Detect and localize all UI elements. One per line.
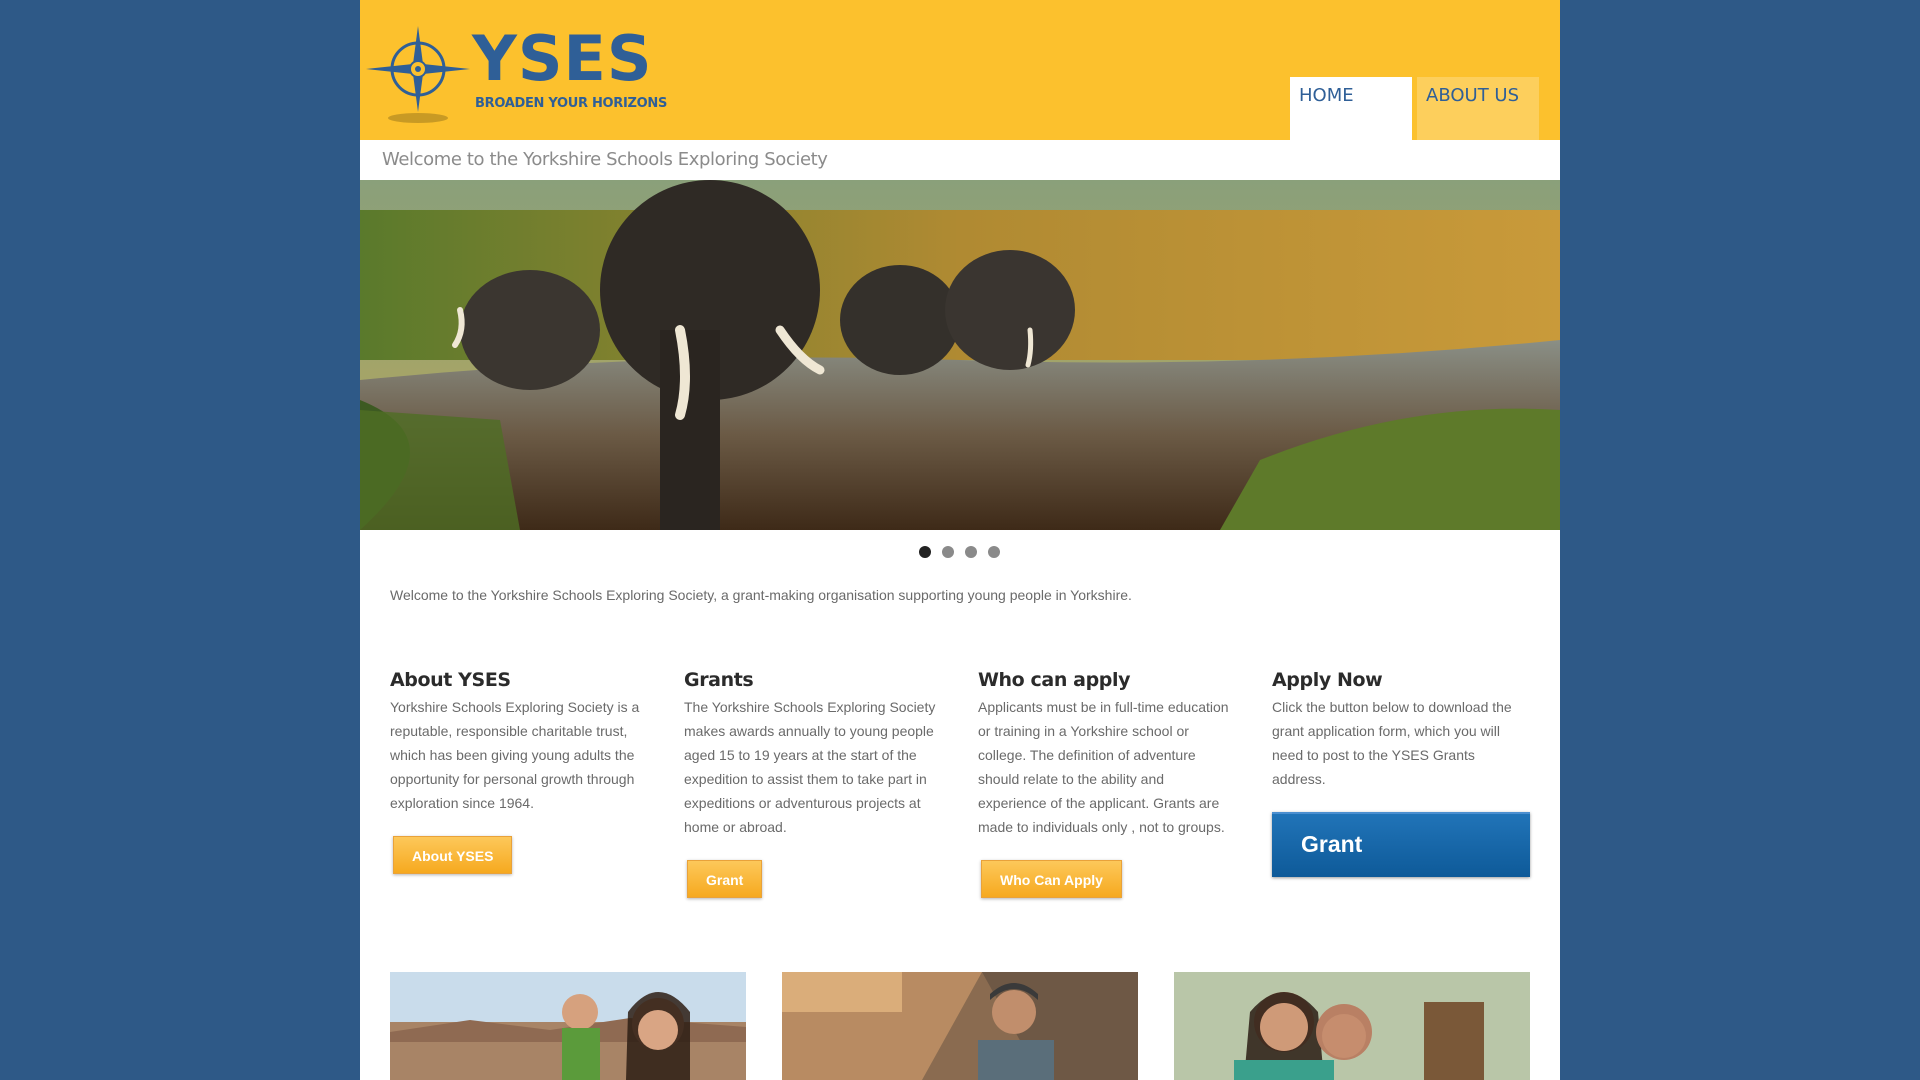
elephants-at-waterhole-photo xyxy=(360,180,1560,530)
section-title: Grants xyxy=(684,669,754,691)
section-body: Yorkshire Schools Exploring Society is a… xyxy=(390,699,640,811)
site-logo[interactable]: YSES BROADEN YOUR HORIZONS xyxy=(366,22,668,127)
who-can-apply-button[interactable]: Who Can Apply xyxy=(981,860,1122,898)
compass-logo-icon xyxy=(366,26,470,123)
section-title: About YSES xyxy=(390,669,511,691)
about-yses-button[interactable]: About YSES xyxy=(393,836,513,874)
apply-now-section: Apply Now Click the button below to down… xyxy=(1272,669,1534,791)
hiker-cliff-image xyxy=(782,972,1138,1080)
welcome-heading: Welcome to the Yorkshire Schools Explori… xyxy=(382,149,828,170)
slider-dot[interactable] xyxy=(988,546,1000,558)
slider-dot[interactable] xyxy=(942,546,954,558)
thumbnail-friends-photo[interactable] xyxy=(1174,972,1530,1080)
logo-title: YSES xyxy=(472,22,653,95)
grants-section: Grants The Yorkshire Schools Exploring S… xyxy=(684,669,946,839)
slider-dot[interactable] xyxy=(919,546,931,558)
nav-item-about-us[interactable]: ABOUT US xyxy=(1417,77,1539,140)
thumbnail-hiker-cliff-photo[interactable] xyxy=(782,972,1138,1080)
page-container: YSES BROADEN YOUR HORIZONS HOME ABOUT US… xyxy=(360,0,1560,1080)
logo-tagline: BROADEN YOUR HORIZONS xyxy=(475,96,668,111)
who-can-apply-section: Who can apply Applicants must be in full… xyxy=(978,669,1240,839)
nav-item-home[interactable]: HOME xyxy=(1290,77,1412,140)
section-title: Apply Now xyxy=(1272,669,1383,691)
hero-slider-image xyxy=(360,180,1560,530)
couple-canyon-image xyxy=(390,972,746,1080)
section-body: The Yorkshire Schools Exploring Society … xyxy=(684,699,936,835)
intro-text: Welcome to the Yorkshire Schools Explori… xyxy=(390,587,1132,603)
section-title: Who can apply xyxy=(978,669,1131,691)
slider-dot[interactable] xyxy=(965,546,977,558)
about-yses-section: About YSES Yorkshire Schools Exploring S… xyxy=(390,669,652,815)
friends-smiling-image xyxy=(1174,972,1530,1080)
welcome-strip: Welcome to the Yorkshire Schools Explori… xyxy=(360,140,1560,180)
grant-button[interactable]: Grant xyxy=(687,860,763,898)
grant-download-button[interactable]: Grant xyxy=(1272,812,1530,877)
site-header: YSES BROADEN YOUR HORIZONS HOME ABOUT US xyxy=(360,0,1560,140)
thumbnail-couple-canyon-photo[interactable] xyxy=(390,972,746,1080)
slider-pagination xyxy=(919,546,1009,558)
section-body: Applicants must be in full-time educatio… xyxy=(978,699,1229,835)
section-body: Click the button below to download the g… xyxy=(1272,699,1512,787)
